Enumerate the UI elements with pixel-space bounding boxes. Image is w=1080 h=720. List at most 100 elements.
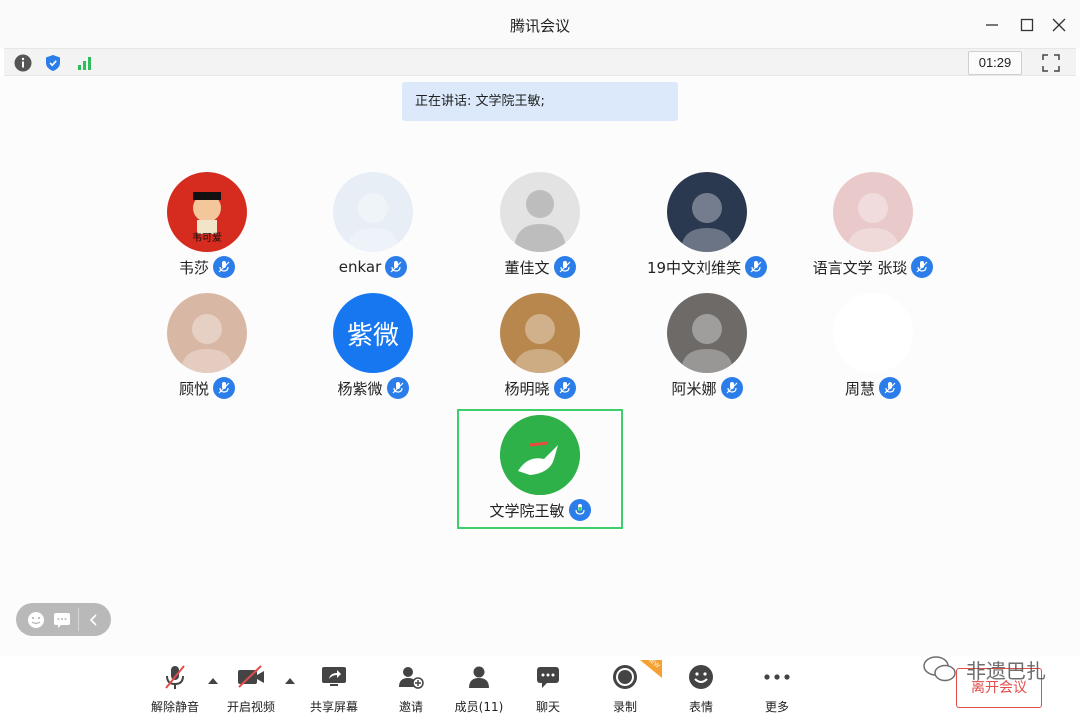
member-name: 19中文刘维笑 [646, 258, 742, 277]
maximize-button[interactable] [1014, 12, 1040, 38]
member-name: 韦莎 [178, 258, 209, 277]
more-dots-icon [764, 674, 790, 680]
bottom-toolbar: 解除静音 开启视频 共享屏幕 邀请 成员(11) 聊天 录制 NEW 表情 更多 [0, 656, 1080, 720]
members-label: 成员(11) [454, 700, 504, 714]
security-button[interactable] [42, 52, 64, 74]
member-tile[interactable]: 顾悦 [127, 293, 287, 409]
member-name: 周慧 [844, 379, 875, 398]
avatar: 韦可爱 [167, 172, 247, 252]
avatar [500, 172, 580, 252]
meeting-timer: 01:29 [968, 51, 1022, 75]
member-tile[interactable]: 语言文学 张琰 [793, 172, 953, 288]
mute-options-caret-icon[interactable] [207, 676, 219, 686]
avatar [667, 172, 747, 252]
divider [78, 608, 79, 631]
chat-bubble-icon[interactable] [52, 610, 72, 630]
active-speaker-frame [457, 409, 623, 529]
share-screen-button[interactable]: 共享屏幕 [302, 662, 366, 716]
emoji-label: 表情 [688, 700, 713, 714]
avatar [833, 172, 913, 252]
chat-icon [537, 667, 559, 688]
member-name-row: 杨明晓 [460, 377, 620, 399]
member-name: 语言文学 张琰 [812, 258, 908, 277]
member-name-row: 周慧 [793, 377, 953, 399]
member-tile[interactable]: 周慧 [793, 293, 953, 409]
invite-label: 邀请 [398, 700, 423, 714]
member-name-row: 19中文刘维笑 [627, 256, 787, 278]
mic-muted-icon [553, 256, 576, 278]
mute-button[interactable]: 解除静音 [143, 662, 207, 716]
member-tile[interactable]: 19中文刘维笑 [627, 172, 787, 288]
record-icon [613, 665, 637, 689]
record-label: 录制 [612, 700, 637, 714]
members-icon [469, 666, 489, 688]
signal-icon [78, 57, 91, 70]
share-screen-icon [322, 667, 346, 686]
mute-label: 解除静音 [150, 700, 199, 714]
member-name: 杨明晓 [504, 379, 550, 398]
mic-muted-icon [745, 256, 768, 278]
member-tile[interactable]: 阿米娜 [627, 293, 787, 409]
members-button[interactable]: 成员(11) [447, 662, 511, 716]
avatar [833, 293, 913, 373]
window-title: 腾讯会议 [509, 17, 570, 35]
close-icon [1052, 18, 1066, 32]
member-tile[interactable]: 紫微杨紫微 [293, 293, 453, 409]
network-status[interactable] [74, 52, 96, 74]
maximize-icon [1020, 18, 1034, 32]
chat-button[interactable]: 聊天 [516, 662, 580, 716]
mic-muted-icon [553, 377, 576, 399]
watermark: 非遗巴扎 [922, 654, 1046, 684]
more-button[interactable]: 更多 [745, 662, 809, 716]
avatar [167, 293, 247, 373]
member-name: 顾悦 [178, 379, 209, 398]
member-name: 阿米娜 [671, 379, 717, 398]
fullscreen-icon [1042, 54, 1060, 72]
share-screen-label: 共享屏幕 [309, 700, 358, 714]
avatar [667, 293, 747, 373]
emoji-button[interactable]: 表情 [669, 662, 733, 716]
more-label: 更多 [764, 700, 789, 714]
smile-icon [689, 665, 713, 689]
floating-toolbar [16, 603, 111, 636]
close-button[interactable] [1046, 12, 1072, 38]
mic-muted-icon [386, 377, 409, 399]
info-icon [14, 54, 32, 72]
member-name-row: enkar [293, 256, 453, 278]
fullscreen-button[interactable] [1040, 52, 1062, 74]
shield-icon [46, 55, 60, 71]
member-name-row: 语言文学 张琰 [793, 256, 953, 278]
video-off-icon [238, 665, 264, 688]
avatar [333, 172, 413, 252]
member-name-row: 阿米娜 [627, 377, 787, 399]
member-name-row: 顾悦 [127, 377, 287, 399]
member-name-row: 董佳文 [460, 256, 620, 278]
collapse-chevron-icon[interactable] [84, 610, 104, 630]
member-name-row: 杨紫微 [293, 377, 453, 399]
member-tile[interactable]: 董佳文 [460, 172, 620, 288]
meeting-info-bar: 01:29 [4, 48, 1076, 76]
watermark-text: 非遗巴扎 [966, 658, 1046, 683]
minimize-icon [986, 24, 998, 26]
speaking-indicator: 正在讲话: 文学院王敏; [402, 82, 678, 121]
new-badge: NEW [640, 656, 662, 678]
member-name: enkar [338, 258, 382, 276]
member-name: 杨紫微 [337, 379, 383, 398]
mic-muted-icon [213, 256, 235, 278]
minimize-button[interactable] [979, 12, 1005, 38]
member-tile[interactable]: 杨明晓 [460, 293, 620, 409]
emoji-icon[interactable] [26, 610, 46, 630]
member-name: 董佳文 [504, 258, 550, 277]
mic-muted-icon [911, 256, 934, 278]
invite-button[interactable]: 邀请 [379, 662, 443, 716]
video-options-caret-icon[interactable] [284, 676, 296, 686]
member-tile[interactable]: 韦可爱韦莎 [127, 172, 287, 288]
mic-muted-icon [385, 256, 408, 278]
chat-label: 聊天 [535, 700, 560, 714]
info-button[interactable] [12, 52, 34, 74]
avatar: 紫微 [333, 293, 413, 373]
video-button[interactable]: 开启视频 [219, 662, 283, 716]
member-tile[interactable]: enkar [293, 172, 453, 288]
member-name-row: 韦莎 [127, 256, 287, 278]
mic-muted-icon [213, 377, 235, 399]
